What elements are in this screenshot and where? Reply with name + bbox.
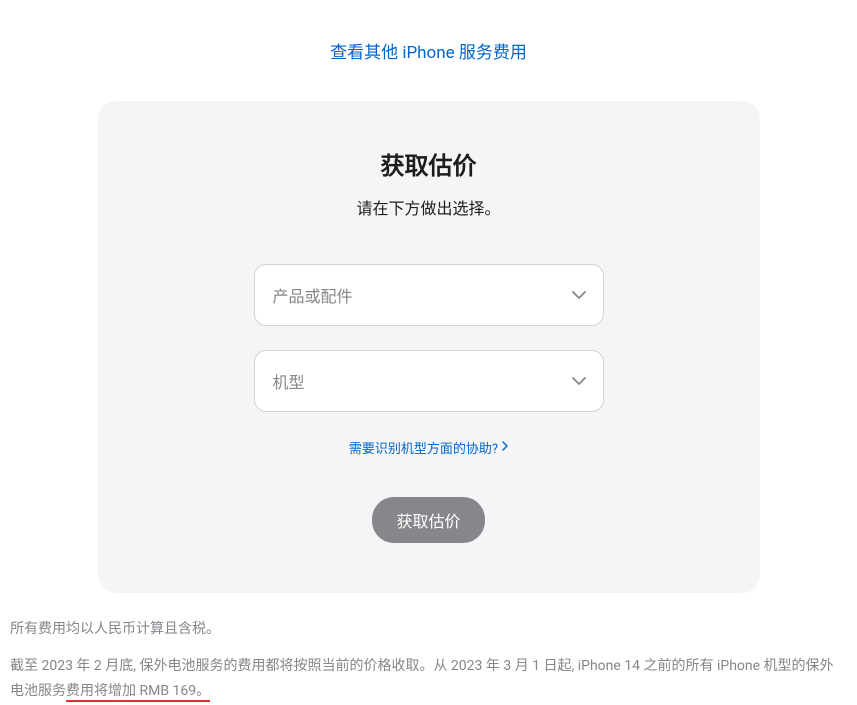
estimate-card: 获取估价 请在下方做出选择。 产品或配件 机型 需要识别机型方面的协助? 获取估… xyxy=(98,101,760,593)
chevron-right-icon xyxy=(502,440,508,455)
help-link-label: 需要识别机型方面的协助? xyxy=(349,438,498,457)
footer-line-1: 所有费用均以人民币计算且含税。 xyxy=(10,617,847,642)
model-select[interactable]: 机型 xyxy=(254,350,604,412)
top-link-container: 查看其他 iPhone 服务费用 xyxy=(0,0,857,83)
footer-line-2: 截至 2023 年 2 月底, 保外电池服务的费用都将按照当前的价格收取。从 2… xyxy=(10,654,847,704)
card-title: 获取估价 xyxy=(138,146,720,181)
footer-notes: 所有费用均以人民币计算且含税。 截至 2023 年 2 月底, 保外电池服务的费… xyxy=(0,593,857,705)
submit-row: 获取估价 xyxy=(138,497,720,543)
product-select[interactable]: 产品或配件 xyxy=(254,264,604,326)
other-services-link[interactable]: 查看其他 iPhone 服务费用 xyxy=(330,43,527,63)
model-help-link[interactable]: 需要识别机型方面的协助? xyxy=(349,438,508,457)
model-select-wrap: 机型 xyxy=(254,350,604,412)
get-estimate-button[interactable]: 获取估价 xyxy=(372,497,484,543)
footer-highlight: 费用将增加 RMB 169。 xyxy=(66,683,210,702)
card-subtitle: 请在下方做出选择。 xyxy=(138,195,720,219)
product-select-wrap: 产品或配件 xyxy=(254,264,604,326)
